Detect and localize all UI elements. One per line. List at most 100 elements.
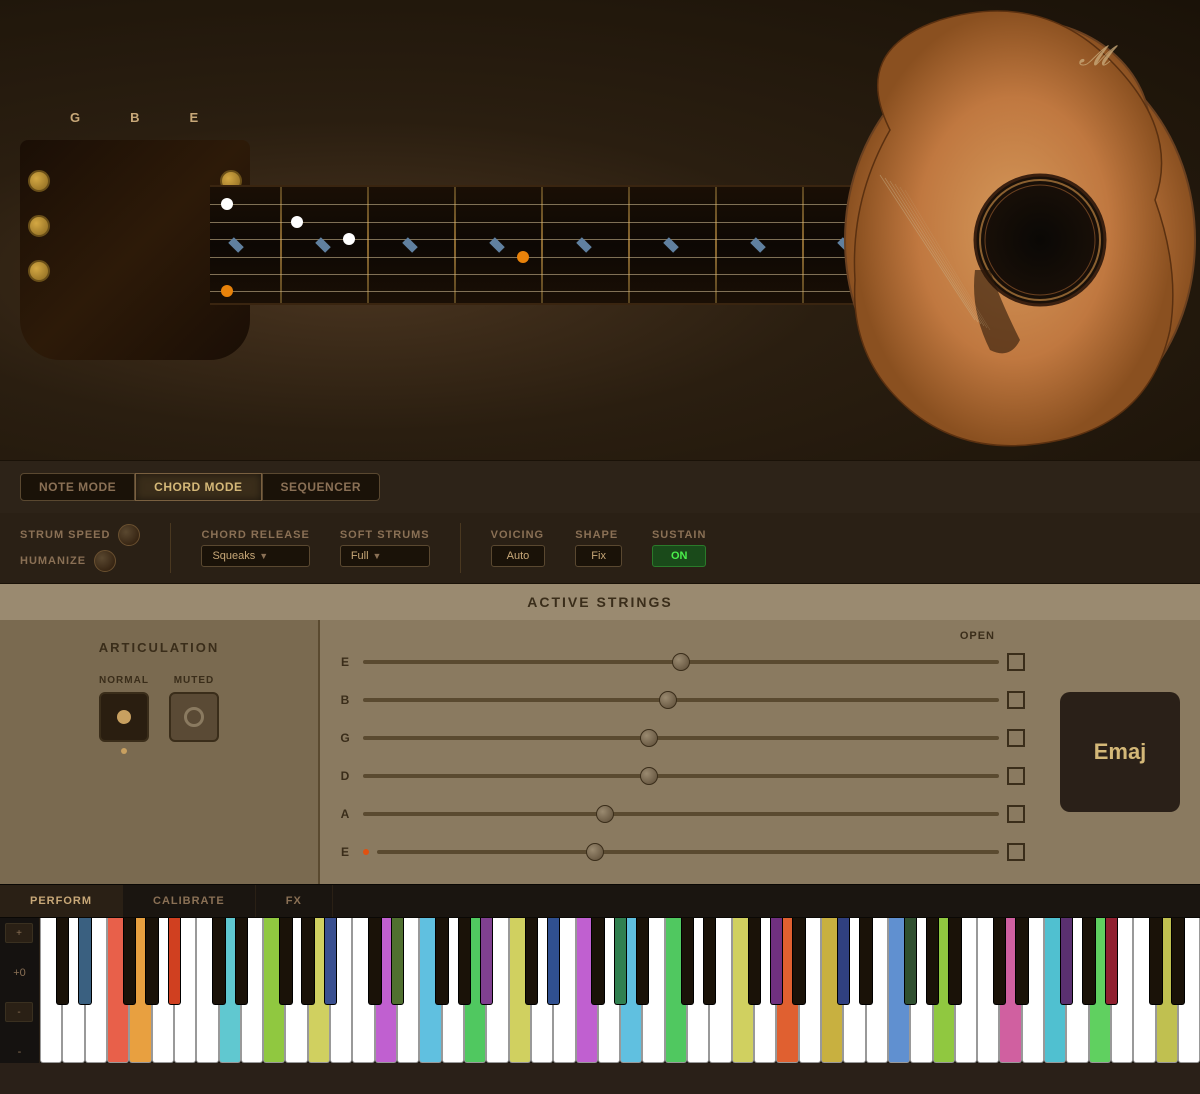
black-key-23[interactable]: [770, 918, 783, 1005]
slider-track-e-low[interactable]: [377, 850, 999, 854]
normal-button-dot: [117, 710, 131, 724]
tab-calibrate[interactable]: CALIBRATE: [123, 885, 256, 917]
slider-track-b[interactable]: [363, 698, 999, 702]
strum-speed-knob[interactable]: [118, 524, 140, 546]
guitar-body-svg: [680, 0, 1200, 460]
keyboard-section: + +0 - -: [0, 918, 1200, 1063]
black-key-13[interactable]: [458, 918, 471, 1005]
tuning-peg-1: [28, 170, 50, 192]
black-key-32[interactable]: [1060, 918, 1073, 1005]
checkbox-a[interactable]: [1007, 805, 1025, 823]
black-key-15[interactable]: [525, 918, 538, 1005]
black-key-2[interactable]: [123, 918, 136, 1005]
string-row-e-low: E: [335, 836, 1025, 868]
chord-release-dropdown[interactable]: Squeaks ▼: [201, 545, 309, 567]
black-key-0[interactable]: [56, 918, 69, 1005]
normal-button[interactable]: [99, 692, 149, 742]
checkbox-e-low[interactable]: [1007, 843, 1025, 861]
checkbox-g[interactable]: [1007, 729, 1025, 747]
slider-thumb-e-high[interactable]: [672, 653, 690, 671]
strings-panel: ARTICULATION NORMAL MUTED: [0, 620, 1200, 884]
chord-release-group: CHORD RELEASE Squeaks ▼: [201, 529, 309, 567]
black-key-21[interactable]: [703, 918, 716, 1005]
black-key-8[interactable]: [301, 918, 314, 1005]
strum-speed-label: STRUM SPEED: [20, 529, 110, 541]
black-key-29[interactable]: [948, 918, 961, 1005]
black-key-36[interactable]: [1171, 918, 1184, 1005]
muted-button[interactable]: [169, 692, 219, 742]
black-key-9[interactable]: [324, 918, 337, 1005]
black-key-34[interactable]: [1105, 918, 1118, 1005]
articulation-title: ARTICULATION: [91, 640, 228, 655]
shape-group: SHAPE Fix: [575, 529, 622, 567]
divider-1: [170, 523, 171, 573]
note-mode-button[interactable]: NOTE MODE: [20, 473, 135, 501]
strum-speed-row: STRUM SPEED: [20, 524, 140, 546]
black-key-5[interactable]: [212, 918, 225, 1005]
black-key-19[interactable]: [636, 918, 649, 1005]
black-key-4[interactable]: [168, 918, 181, 1005]
muted-button-group: MUTED: [169, 675, 219, 742]
black-key-26[interactable]: [859, 918, 872, 1005]
string-label-b: B: [130, 110, 139, 125]
shape-label: SHAPE: [575, 529, 622, 541]
black-key-1[interactable]: [78, 918, 91, 1005]
black-key-27[interactable]: [904, 918, 917, 1005]
voicing-display: Auto: [491, 545, 546, 567]
slider-thumb-e-low[interactable]: [586, 843, 604, 861]
soft-strums-dropdown[interactable]: Full ▼: [340, 545, 430, 567]
black-key-28[interactable]: [926, 918, 939, 1005]
slider-track-d[interactable]: [363, 774, 999, 778]
checkbox-d[interactable]: [1007, 767, 1025, 785]
checkbox-b[interactable]: [1007, 691, 1025, 709]
tuning-peg-2: [28, 215, 50, 237]
e-low-dot: [363, 849, 369, 855]
black-key-7[interactable]: [279, 918, 292, 1005]
articulation-section: ARTICULATION NORMAL MUTED: [0, 620, 320, 884]
soft-strums-label: SOFT STRUMS: [340, 529, 430, 541]
black-key-3[interactable]: [145, 918, 158, 1005]
bottom-tabs: PERFORM CALIBRATE FX: [0, 884, 1200, 918]
slider-track-g[interactable]: [363, 736, 999, 740]
humanize-knob[interactable]: [94, 550, 116, 572]
black-key-17[interactable]: [591, 918, 604, 1005]
black-key-24[interactable]: [792, 918, 805, 1005]
string-name-g: G: [335, 731, 355, 745]
checkbox-e-high[interactable]: [1007, 653, 1025, 671]
slider-thumb-a[interactable]: [596, 805, 614, 823]
sequencer-button[interactable]: SEQUENCER: [262, 473, 381, 501]
octave-down-button[interactable]: -: [5, 1002, 33, 1022]
black-key-12[interactable]: [435, 918, 448, 1005]
black-key-31[interactable]: [1015, 918, 1028, 1005]
muted-button-ring: [184, 707, 204, 727]
normal-indicator: [121, 748, 127, 754]
black-key-33[interactable]: [1082, 918, 1095, 1005]
octave-up-button[interactable]: +: [5, 923, 33, 943]
black-key-11[interactable]: [391, 918, 404, 1005]
string-name-e-high: E: [335, 655, 355, 669]
black-key-14[interactable]: [480, 918, 493, 1005]
chord-mode-button[interactable]: CHORD MODE: [135, 473, 261, 501]
string-name-a: A: [335, 807, 355, 821]
black-key-16[interactable]: [547, 918, 560, 1005]
voicing-label: VOICING: [491, 529, 546, 541]
black-key-18[interactable]: [614, 918, 627, 1005]
black-key-30[interactable]: [993, 918, 1006, 1005]
string-name-b: B: [335, 693, 355, 707]
tab-perform[interactable]: PERFORM: [0, 885, 123, 917]
black-key-25[interactable]: [837, 918, 850, 1005]
slider-thumb-b[interactable]: [659, 691, 677, 709]
slider-track-a[interactable]: [363, 812, 999, 816]
black-key-6[interactable]: [235, 918, 248, 1005]
string-row-b: B: [335, 684, 1025, 716]
slider-track-e-high[interactable]: [363, 660, 999, 664]
black-key-35[interactable]: [1149, 918, 1162, 1005]
chord-name-box: Emaj: [1060, 692, 1180, 812]
tab-fx[interactable]: FX: [256, 885, 333, 917]
sustain-toggle[interactable]: ON: [652, 545, 706, 567]
slider-thumb-d[interactable]: [640, 767, 658, 785]
black-key-22[interactable]: [748, 918, 761, 1005]
slider-thumb-g[interactable]: [640, 729, 658, 747]
black-key-20[interactable]: [681, 918, 694, 1005]
black-key-10[interactable]: [368, 918, 381, 1005]
